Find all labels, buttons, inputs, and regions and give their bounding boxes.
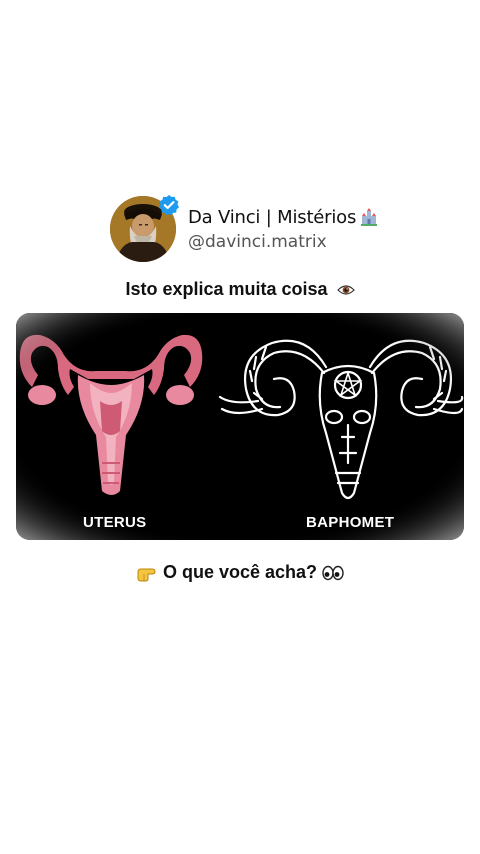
- author-header[interactable]: Da Vinci | Mistérios @davinci.matrix: [110, 195, 379, 262]
- baphomet-label: BAPHOMET: [306, 514, 395, 531]
- post-screen: Da Vinci | Mistérios @davinci.matrix Ist…: [0, 0, 480, 854]
- display-name-row[interactable]: Da Vinci | Mistérios: [188, 207, 379, 228]
- uterus-label: UTERUS: [83, 514, 147, 531]
- eye-icon: [336, 285, 355, 295]
- headline-text: Isto explica muita coisa: [125, 279, 328, 299]
- author-display-name[interactable]: Da Vinci | Mistérios: [188, 207, 356, 228]
- comparison-illustration: [16, 313, 464, 540]
- eyes-icon: [322, 566, 344, 581]
- question-text: O que você acha?: [162, 562, 318, 582]
- post-headline: Isto explica muita coisa: [0, 279, 480, 300]
- pointing-hand-icon: [137, 568, 156, 582]
- author-handle[interactable]: @davinci.matrix: [188, 232, 379, 252]
- author-names: Da Vinci | Mistérios @davinci.matrix: [188, 207, 379, 252]
- post-image[interactable]: UTERUS BAPHOMET: [16, 313, 464, 540]
- avatar-container[interactable]: [110, 195, 179, 262]
- verified-badge-icon: [159, 195, 179, 216]
- castle-icon: [361, 208, 378, 226]
- post-question: O que você acha?: [0, 562, 480, 583]
